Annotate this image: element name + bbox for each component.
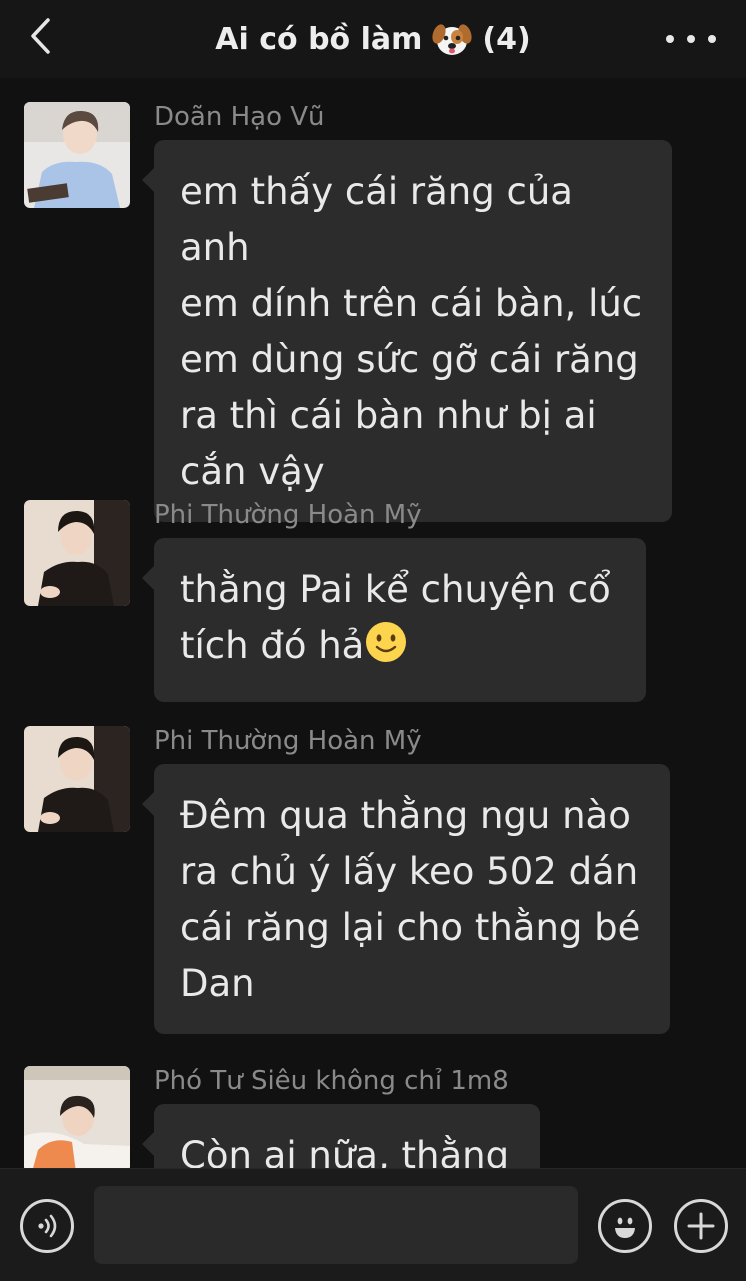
message-input[interactable] (94, 1186, 578, 1264)
message-list[interactable]: Doãn Hạo Vũ em thấy cái răng của anh em … (0, 78, 746, 1168)
message-line: Đêm qua thằng ngu nào (180, 794, 631, 837)
sender-name: Doãn Hạo Vũ (154, 102, 325, 132)
emoji-button[interactable] (598, 1199, 652, 1253)
message-line: tích đó hả (180, 624, 365, 667)
message-bubble[interactable]: Còn ai nữa, thằng (142, 1104, 540, 1168)
message-line: ra chủ ý lấy keo 502 dán (180, 850, 639, 893)
back-button[interactable] (18, 14, 62, 58)
message-line: Còn ai nữa, thằng (180, 1134, 510, 1168)
message-line: em dùng sức gỡ cái răng (180, 338, 639, 381)
message-line: cắn vậy (180, 450, 325, 493)
input-bar (0, 1168, 746, 1281)
add-button[interactable] (674, 1199, 728, 1253)
message-line: em dính trên cái bàn, lúc (180, 282, 643, 325)
more-button[interactable] (666, 22, 716, 56)
sender-name: Phó Tư Siêu không chỉ 1m8 (154, 1066, 509, 1096)
voice-button[interactable] (20, 1199, 74, 1253)
message-bubble[interactable]: Đêm qua thằng ngu nào ra chủ ý lấy keo 5… (142, 764, 670, 1034)
chevron-left-icon (31, 18, 50, 54)
more-dots-icon (666, 35, 674, 43)
avatar[interactable] (24, 1066, 130, 1168)
message-bubble[interactable]: em thấy cái răng của anh em dính trên cá… (142, 140, 672, 522)
message-bubble[interactable]: thằng Pai kể chuyện cổ tích đó hả (142, 538, 646, 702)
chat-header: Ai có bồ làm (4) (0, 0, 746, 78)
more-dot (687, 35, 695, 43)
message-line: ra thì cái bàn như bị ai (180, 394, 597, 437)
sender-name: Phi Thường Hoàn Mỹ (154, 500, 422, 530)
chat-member-count: (4) (482, 21, 531, 57)
emoji-icon (615, 1217, 635, 1238)
avatar[interactable] (24, 500, 130, 606)
plus-icon (687, 1212, 715, 1240)
sender-name: Phi Thường Hoàn Mỹ (154, 726, 422, 756)
message-line: em thấy cái răng của anh (180, 170, 573, 269)
slightly-smiling-face-icon (364, 620, 408, 680)
message-line: cái răng lại cho thằng bé (180, 906, 641, 949)
message-line-with-emoji: tích đó hả (180, 618, 620, 680)
avatar[interactable] (24, 726, 130, 832)
chat-title: Ai có bồ làm (4) (150, 0, 596, 78)
avatar[interactable] (24, 102, 130, 208)
dog-face-icon (432, 20, 473, 58)
voice-icon (38, 1214, 57, 1238)
more-dot (708, 35, 716, 43)
message-line: thằng Pai kể chuyện cổ (180, 568, 611, 611)
message-line: Dan (180, 962, 255, 1005)
chat-title-text: Ai có bồ làm (215, 21, 423, 57)
